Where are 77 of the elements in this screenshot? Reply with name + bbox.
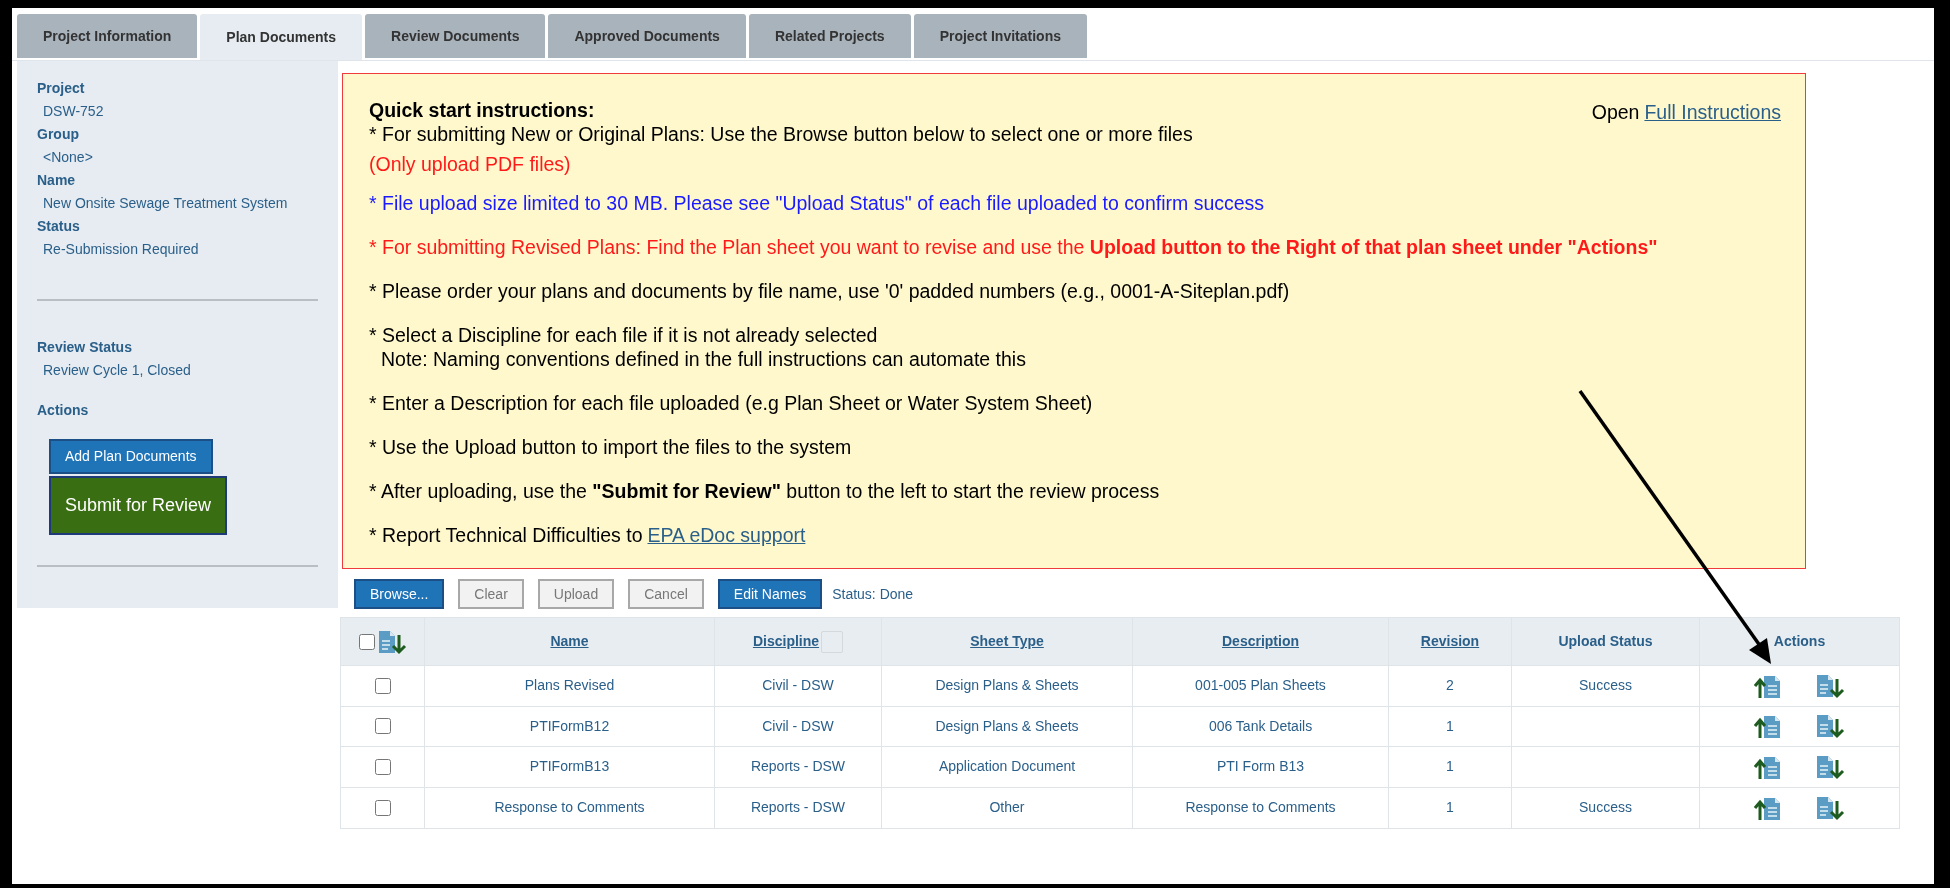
download-document-icon[interactable]	[1815, 672, 1845, 699]
instruction-text: * Report Technical Difficulties to	[369, 523, 643, 547]
table-cell-text: Response to Comments	[494, 798, 645, 818]
table-cell-text: Success	[1579, 676, 1632, 696]
tab[interactable]: Project Invitations	[913, 14, 1087, 58]
table-cell-text: 1	[1446, 757, 1454, 777]
table-cell-text: Plans Revised	[524, 676, 615, 696]
table-cell-text: PTIFormB12	[529, 716, 610, 736]
instruction-text: * Please order your plans and documents by file name, use '0' padded numbers (e.g., 0001-A-Siteplan.pdf)	[369, 279, 1290, 303]
instruction-note: (Only upload PDF files)	[369, 152, 572, 176]
field-label: Group	[37, 125, 80, 144]
table-cell-text: Application Document	[938, 757, 1076, 777]
instruction-text: * Select a Discipline for each file if it is not already selected	[369, 323, 878, 347]
table-cell-text: Design Plans & Sheets	[935, 676, 1079, 696]
row-checkbox[interactable]	[374, 799, 391, 816]
table-cell-text: Reports - DSW	[750, 798, 846, 818]
instruction-note: Note: Naming conventions defined in the full instructions can automate this	[380, 347, 1027, 371]
column-header[interactable]: Description	[1222, 631, 1299, 652]
field-value: New Onsite Sewage Treatment System	[42, 194, 289, 213]
upload-status-text: Status: Done	[832, 584, 914, 604]
submit-button[interactable]: Submit for Review	[49, 476, 228, 535]
download-document-icon[interactable]	[1815, 753, 1845, 780]
field-label: Status	[37, 217, 81, 236]
field-label: Project	[37, 79, 86, 98]
instruction-text: * Enter a Description for each file uploaded (e.g Plan Sheet or Water System Sheet)	[369, 391, 1093, 415]
field-value: <None>	[42, 148, 94, 167]
table-cell-text: Reports - DSW	[750, 757, 846, 777]
instruction-text: * After uploading, use the "Submit for Review" button to the left to start the review process	[369, 479, 1160, 503]
add-documents-button[interactable]: Add Plan Documents	[49, 439, 213, 474]
download-all-icon[interactable]	[376, 628, 407, 655]
tab[interactable]: Project Information	[17, 14, 198, 58]
full-instructions-link[interactable]: Full Instructions	[1644, 98, 1781, 128]
tab[interactable]: Review Documents	[365, 14, 546, 58]
table-cell-text: Response to Comments	[1185, 798, 1336, 818]
column-header[interactable]: Discipline	[752, 631, 820, 652]
download-document-icon[interactable]	[1815, 713, 1845, 740]
table-cell-text: PTI Form B13	[1216, 757, 1305, 777]
table-cell-text: 1	[1446, 798, 1454, 818]
field-value: Re-Submission Required	[42, 240, 200, 259]
field-label: Review Status	[37, 338, 133, 357]
instruction-text: * For submitting Revised Plans: Find the Plan sheet you want to revise and use the Upload button to the Right of that plan sheet under "Actions"	[369, 235, 1658, 259]
table-cell-text: Civil - DSW	[762, 676, 834, 696]
field-value: Review Cycle 1, Closed	[42, 361, 192, 380]
tab[interactable]: Plan Documents	[200, 14, 363, 60]
upload-document-icon[interactable]	[1754, 713, 1782, 740]
table-cell-text: Other	[989, 798, 1025, 818]
row-checkbox[interactable]	[374, 677, 391, 694]
column-header[interactable]: Sheet Type	[970, 631, 1044, 652]
instruction-text: * For submitting New or Original Plans: Use the Browse button below to select one or more files	[369, 122, 1193, 146]
field-value: DSW-752	[42, 102, 105, 121]
open-label: Open	[1591, 100, 1640, 125]
row-checkbox[interactable]	[374, 758, 391, 775]
tab[interactable]: Approved Documents	[548, 14, 746, 58]
column-header[interactable]: Name	[550, 631, 589, 652]
section-label: Actions	[37, 401, 90, 420]
toolbar-button[interactable]: Edit Names	[717, 579, 823, 609]
table-cell-text: Success	[1579, 798, 1632, 818]
table-cell-text: PTIFormB13	[529, 757, 610, 777]
column-header: Upload Status	[1558, 632, 1653, 651]
support-link[interactable]: EPA eDoc support	[647, 523, 806, 547]
table-cell-text: 001-005 Plan Sheets	[1195, 676, 1326, 696]
column-header[interactable]: Revision	[1420, 631, 1480, 652]
table-cell-text: Civil - DSW	[762, 716, 834, 736]
select-all-checkbox[interactable]	[358, 633, 375, 650]
table-cell-text: 006 Tank Details	[1208, 716, 1313, 736]
instruction-text: * Use the Upload button to import the files to the system	[369, 435, 852, 459]
table-cell-text: Design Plans & Sheets	[935, 716, 1079, 736]
instructions-title: Quick start instructions:	[369, 98, 595, 122]
download-document-icon[interactable]	[1815, 794, 1845, 821]
tab[interactable]: Related Projects	[748, 14, 911, 58]
instruction-text: * File upload size limited to 30 MB. Please see "Upload Status" of each file uploaded to confirm success	[369, 191, 1265, 215]
table-cell-text: 2	[1446, 676, 1454, 696]
table-cell-text: 1	[1446, 716, 1454, 736]
row-checkbox[interactable]	[374, 718, 391, 735]
column-header: Actions	[1773, 632, 1826, 651]
toolbar-button[interactable]: Browse...	[354, 579, 445, 609]
field-label: Name	[37, 171, 77, 190]
